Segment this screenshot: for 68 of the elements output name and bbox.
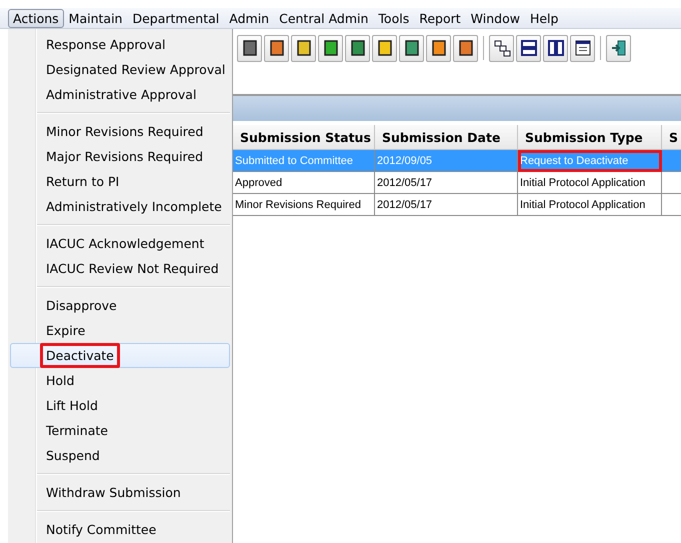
menu-item[interactable]: Notify Committee (10, 517, 230, 542)
toolbar-button[interactable] (426, 34, 451, 62)
menu-item[interactable]: Administratively Incomplete (10, 194, 230, 219)
menu-item[interactable]: Administrative Approval (10, 82, 230, 107)
toolbar-button[interactable] (291, 34, 316, 62)
menu-item[interactable]: Disapprove (10, 293, 230, 318)
toolbar-button[interactable] (399, 34, 424, 62)
menu-item[interactable]: Actions (8, 8, 64, 28)
menu-item[interactable]: Admin (224, 8, 274, 28)
menu-item[interactable]: Expire (10, 318, 230, 343)
toolbar-button[interactable] (606, 34, 631, 62)
table-cell: 2012/09/05 (375, 150, 518, 172)
toolbar-glyph-icon (322, 39, 340, 57)
menu-item[interactable]: IACUC Review Not Required (10, 256, 230, 281)
menu-item[interactable]: Suspend (10, 443, 230, 468)
toolbar-button[interactable] (372, 34, 397, 62)
menu-item[interactable]: Help (524, 8, 564, 28)
toolbar-glyph-icon (348, 39, 366, 57)
menu-item[interactable]: Designated Review Approval (10, 57, 230, 82)
exit-door-icon (610, 39, 628, 57)
toolbar-button[interactable] (453, 34, 478, 62)
column-header[interactable]: Submission Date (375, 125, 518, 150)
toolbar-button[interactable] (570, 34, 595, 62)
column-header[interactable]: Submission Type (518, 125, 662, 150)
menu-item[interactable]: Lift Hold (10, 393, 230, 418)
menu-item[interactable]: Window (466, 8, 525, 28)
columns-icon (546, 39, 564, 57)
toolbar-glyph-icon (402, 39, 420, 57)
table-cell: 2012/05/17 (375, 172, 518, 194)
menu-item[interactable]: Minor Revisions Required (10, 119, 230, 144)
menu-item[interactable]: Major Revisions Required (10, 144, 230, 169)
rows-icon (520, 39, 538, 57)
hierarchy-icon (492, 39, 510, 57)
menu-item[interactable]: Departmental (127, 8, 224, 28)
table-cell: Initial Protocol Application (518, 194, 662, 216)
toolbar-button[interactable] (264, 34, 289, 62)
toolbar-glyph-icon (376, 39, 394, 57)
toolbar-glyph-icon (268, 39, 286, 57)
calendar-icon (574, 39, 592, 57)
toolbar-button[interactable] (318, 34, 343, 62)
toolbar-glyph-icon (430, 39, 448, 57)
menu-item[interactable]: Response Approval (10, 32, 230, 57)
column-header[interactable]: S (662, 125, 681, 150)
table-cell: Submitted to Committee (233, 150, 375, 172)
toolbar-button[interactable] (237, 34, 262, 62)
table-cell: Minor Revisions Required (233, 194, 375, 216)
menu-item[interactable]: Terminate (10, 418, 230, 443)
toolbar-glyph-icon (294, 39, 312, 57)
toolbar-button[interactable] (489, 34, 514, 62)
toolbar-button[interactable] (345, 34, 370, 62)
toolbar-glyph-icon (456, 39, 474, 57)
table-cell: Approved (233, 172, 375, 194)
column-header[interactable]: Submission Status (233, 125, 375, 150)
menu-item[interactable]: Hold (10, 368, 230, 393)
table-cell: 2012/05/17 (375, 194, 518, 216)
menu-item[interactable]: Report (414, 8, 466, 28)
toolbar-glyph-icon (240, 39, 258, 57)
toolbar-button[interactable] (543, 34, 568, 62)
menu-item[interactable]: Tools (373, 8, 414, 28)
toolbar-button[interactable] (516, 34, 541, 62)
menu-item[interactable]: Central Admin (274, 8, 374, 28)
menu-item[interactable]: IACUC Acknowledgement (10, 231, 230, 256)
menu-item[interactable]: Deactivate (10, 343, 230, 368)
table-cell: Request to Deactivate (518, 150, 662, 172)
table-cell: Initial Protocol Application (518, 172, 662, 194)
menu-item[interactable]: Maintain (64, 8, 128, 28)
menu-item[interactable]: Return to PI (10, 169, 230, 194)
menu-item[interactable]: Withdraw Submission (10, 480, 230, 505)
